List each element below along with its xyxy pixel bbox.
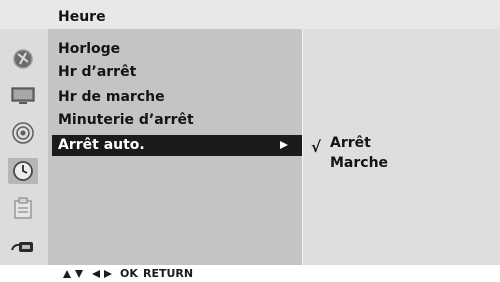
option-marche[interactable]: Marche bbox=[330, 153, 388, 173]
menu-title: Heure bbox=[58, 9, 106, 25]
audio-icon[interactable] bbox=[8, 120, 38, 146]
clock-icon[interactable] bbox=[8, 158, 38, 184]
arrow-right-nav-icon bbox=[104, 270, 112, 278]
arrow-left-icon bbox=[92, 270, 100, 278]
menu-item-minuterie-arret[interactable]: Minuterie d’arrêt bbox=[58, 110, 302, 131]
screen-icon[interactable] bbox=[8, 83, 38, 109]
input-icon[interactable] bbox=[8, 234, 38, 260]
menu-item-horloge[interactable]: Horloge bbox=[58, 39, 302, 60]
arrow-up-icon bbox=[63, 270, 71, 278]
option-arret[interactable]: Arrêt bbox=[330, 133, 371, 153]
menu-item-arret-auto[interactable]: Arrêt auto. bbox=[52, 135, 302, 156]
arrow-right-icon bbox=[280, 141, 288, 149]
ok-hint-label: OK bbox=[120, 267, 138, 280]
arrow-down-icon bbox=[75, 270, 83, 278]
lock-icon[interactable] bbox=[8, 196, 38, 222]
menu-item-arret-auto-label: Arrêt auto. bbox=[58, 137, 145, 153]
menu-item-hr-marche[interactable]: Hr de marche bbox=[58, 87, 302, 108]
check-mark-icon: √ bbox=[311, 138, 322, 156]
picture-icon[interactable] bbox=[8, 46, 38, 72]
menu-item-hr-arret[interactable]: Hr d’arrêt bbox=[58, 62, 302, 83]
return-hint-label: RETURN bbox=[143, 267, 194, 280]
